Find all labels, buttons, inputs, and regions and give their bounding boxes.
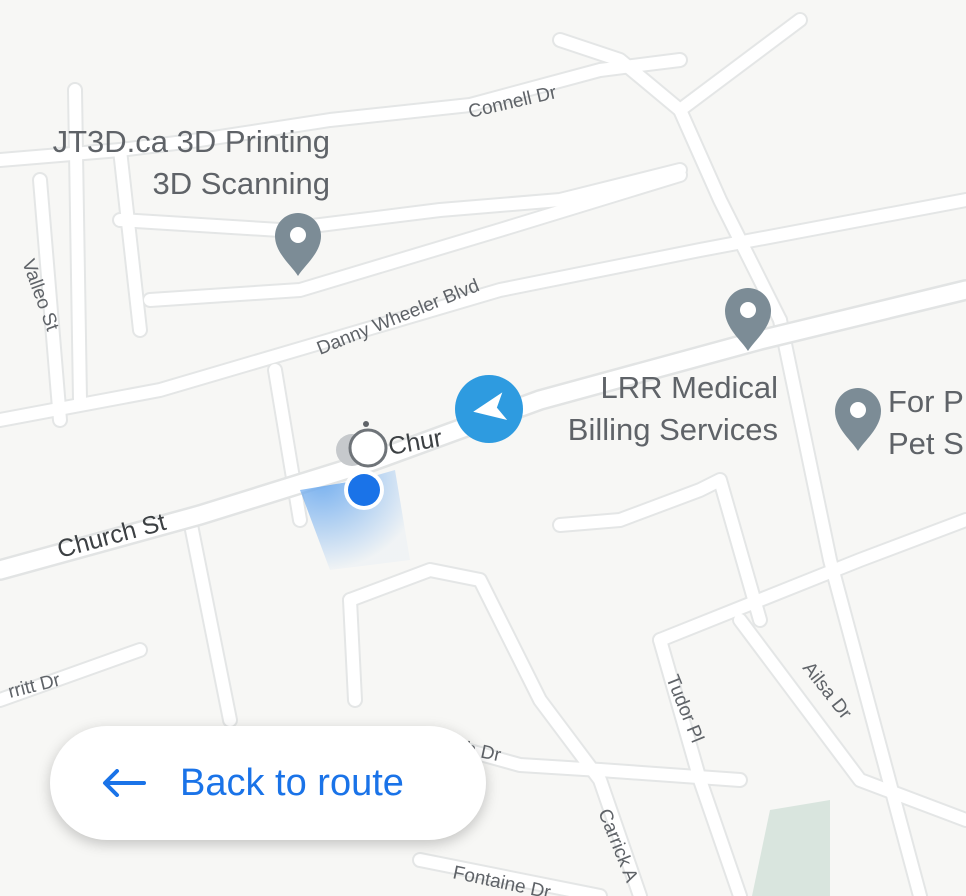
poi-label-lrr-line2[interactable]: Billing Services xyxy=(568,412,778,447)
street-label-danny-wheeler: Danny Wheeler Blvd xyxy=(314,275,482,359)
back-to-route-button[interactable]: Back to route xyxy=(50,726,486,840)
street-label-church-partial: Chur xyxy=(386,424,444,461)
park-area xyxy=(752,800,830,896)
poi-label-lrr-line1[interactable]: LRR Medical xyxy=(601,370,778,405)
current-location-icon[interactable] xyxy=(344,470,384,510)
map-pin-icon[interactable] xyxy=(275,213,321,276)
navigation-arrow-icon[interactable] xyxy=(455,375,523,443)
street-label-tudor: Tudor Pl xyxy=(661,672,707,746)
poi-label-forpet-line2[interactable]: Pet S xyxy=(888,426,964,461)
map-pin-icon[interactable] xyxy=(835,388,881,451)
street-label-fontaine: Fontaine Dr xyxy=(451,862,553,896)
arrow-left-icon xyxy=(103,769,146,797)
street-label-carrick: Carrick A xyxy=(593,806,641,886)
street-label-church-st: Church St xyxy=(54,508,169,564)
poi-label-jt3d-line1[interactable]: JT3D.ca 3D Printing xyxy=(53,124,330,159)
back-to-route-label: Back to route xyxy=(180,761,404,804)
street-view-icon[interactable] xyxy=(336,421,388,468)
poi-label-forpet-line1[interactable]: For P xyxy=(888,384,964,419)
poi-label-jt3d-line2[interactable]: 3D Scanning xyxy=(152,166,330,201)
street-label-merritt: rritt Dr xyxy=(6,670,63,703)
